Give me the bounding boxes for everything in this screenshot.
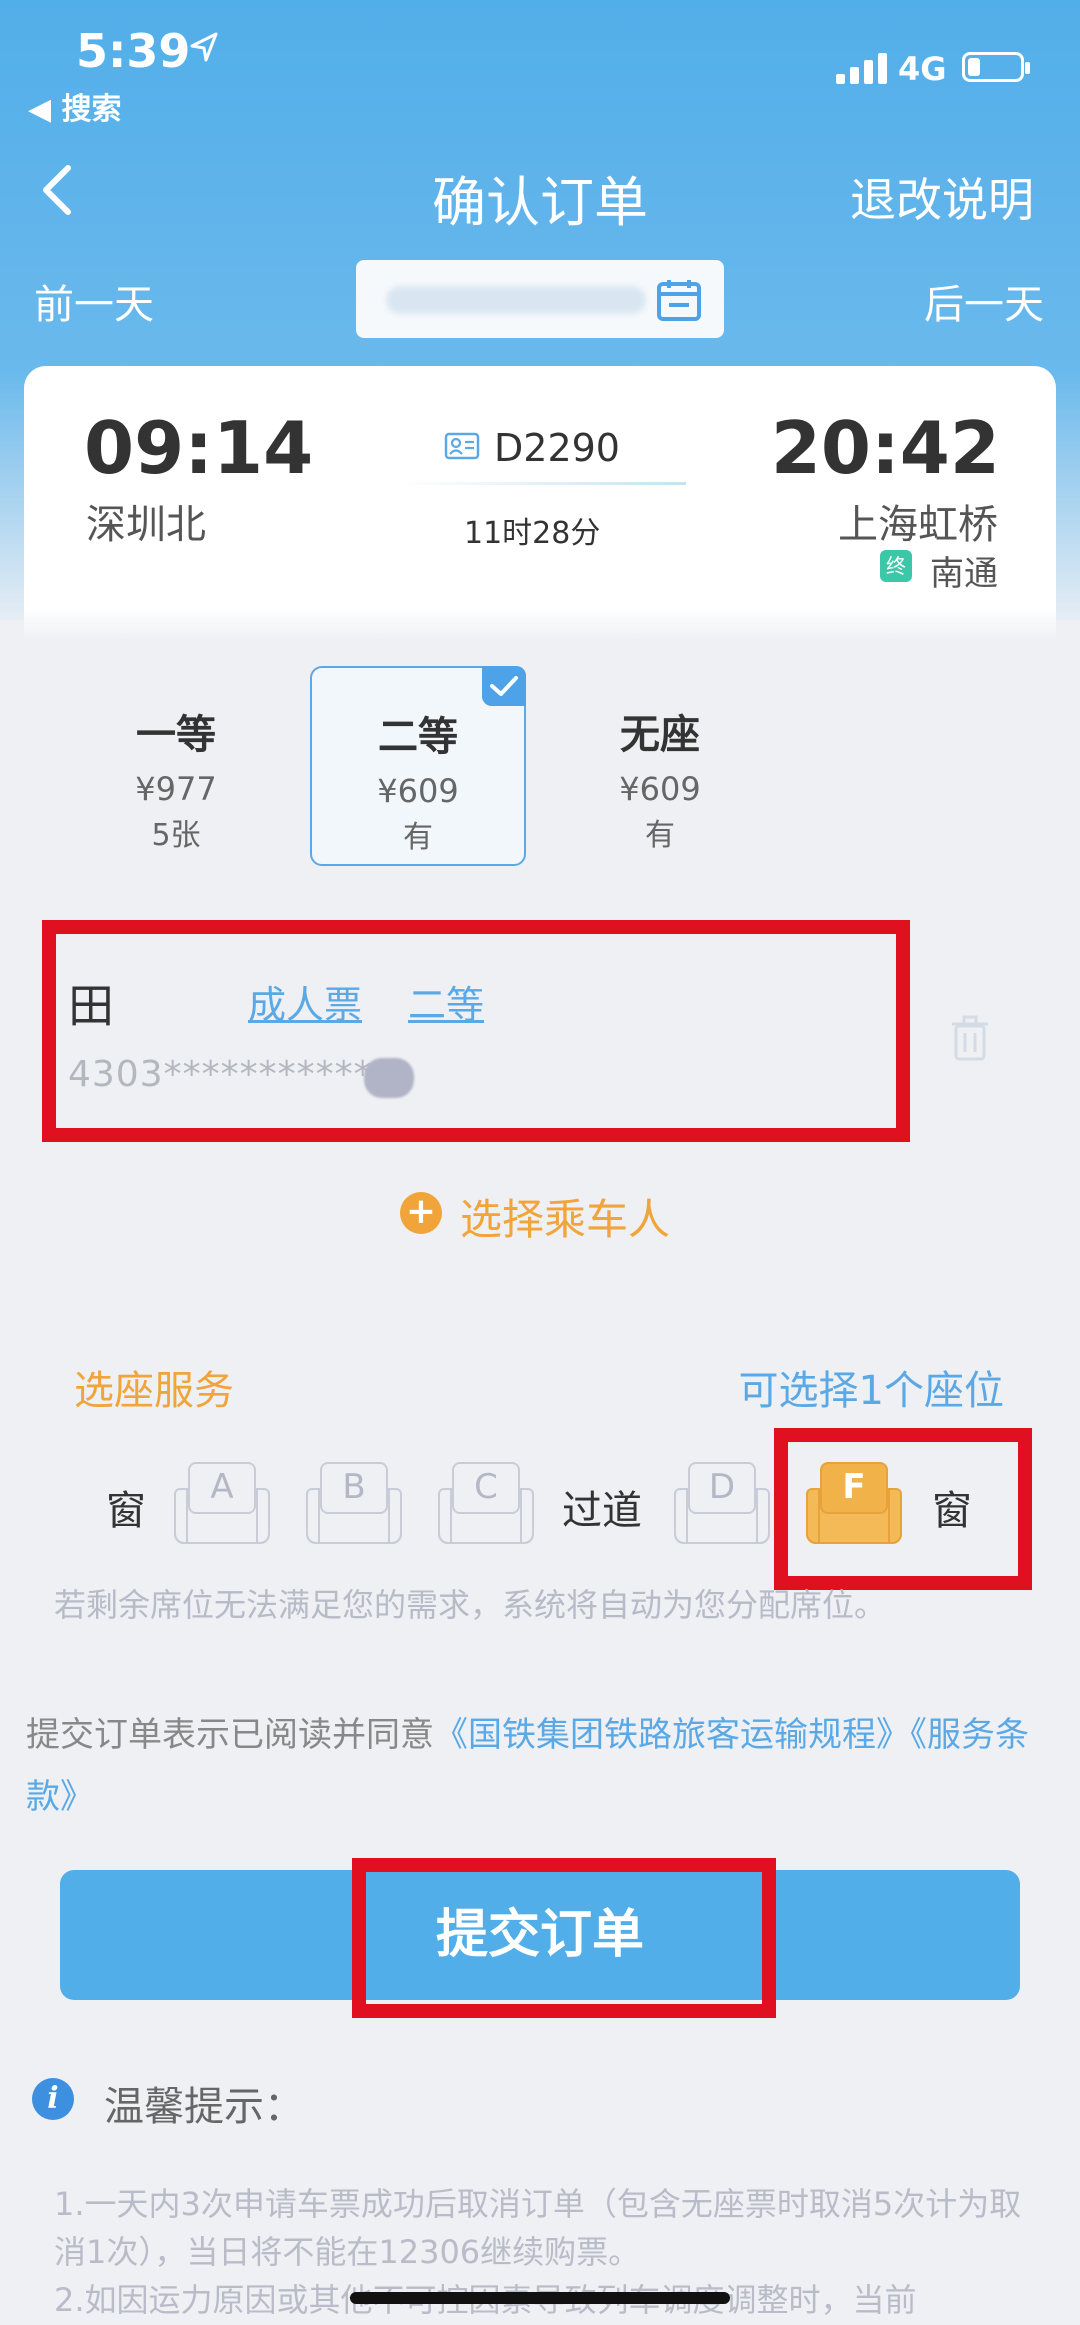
seat-class-second[interactable]: 二等 ¥609 有 [310, 666, 526, 866]
calendar-icon [657, 280, 701, 321]
seat-class-name: 二等 [378, 714, 458, 760]
select-passenger-button[interactable]: 选择乘车人 [460, 1186, 670, 1247]
status-time: 5:39 [76, 24, 191, 78]
seat-service-title: 选座服务 [74, 1368, 234, 1414]
prev-day-button[interactable]: 前一天 [34, 272, 154, 330]
window-label-left: 窗 [106, 1488, 146, 1534]
seat-class-availability: 有 [403, 820, 433, 855]
signal-icon [836, 52, 888, 84]
seat-class-price: ¥977 [135, 770, 217, 808]
seat-service-hint: 可选择1个座位 [738, 1368, 1004, 1414]
network-type: 4G [898, 50, 947, 88]
home-indicator[interactable] [350, 2292, 730, 2304]
rules-link[interactable]: 《国铁集团铁路旅客运输规程》 [434, 1715, 910, 1755]
train-info-icon[interactable] [444, 432, 480, 460]
seat-class-availability: 5张 [151, 818, 201, 853]
next-day-button[interactable]: 后一天 [924, 272, 1044, 330]
date-selector[interactable] [356, 260, 724, 338]
aisle-label: 过道 [562, 1488, 642, 1534]
seat-highlight-box [774, 1428, 1032, 1590]
seat-letter: B [320, 1462, 388, 1514]
seat-class-name: 无座 [620, 712, 700, 758]
back-to-app[interactable]: ◀ 搜索 [28, 84, 122, 128]
seat-letter: A [188, 1462, 256, 1514]
seat-class-first[interactable]: 一等 ¥977 5张 [68, 666, 284, 866]
arrival-time: 20:42 [770, 406, 1000, 490]
seat-allocation-note: 若剩余席位无法满足您的需求，系统将自动为您分配席位。 [54, 1586, 887, 1624]
tips-line: 1.一天内3次申请车票成功后取消订单（包含无座票时取消5次计为取消1次），当日将… [54, 2185, 1022, 2271]
seat-class-availability: 有 [645, 818, 675, 853]
train-number[interactable]: D2290 [494, 426, 620, 470]
seat-a[interactable]: A [174, 1462, 270, 1544]
agreement-prefix: 提交订单表示已阅读并同意 [26, 1715, 434, 1755]
departure-time: 09:14 [84, 406, 314, 490]
arrival-station: 上海虹桥 [838, 502, 998, 548]
departure-station: 深圳北 [86, 502, 206, 548]
seat-class-price: ¥609 [377, 772, 459, 810]
refund-policy-link[interactable]: 退改说明 [850, 164, 1034, 230]
seat-b[interactable]: B [306, 1462, 402, 1544]
agreement-text: 提交订单表示已阅读并同意《国铁集团铁路旅客运输规程》《服务条款》 [26, 1704, 1056, 1828]
seat-class-name: 一等 [136, 712, 216, 758]
seat-class-standing[interactable]: 无座 ¥609 有 [552, 666, 768, 866]
seat-d[interactable]: D [674, 1462, 770, 1544]
selected-check-icon [482, 666, 526, 706]
trash-icon[interactable] [950, 1014, 990, 1062]
seat-c[interactable]: C [438, 1462, 534, 1544]
date-redacted [386, 286, 646, 314]
route-line [396, 482, 686, 485]
seat-class-price: ¥609 [619, 770, 701, 808]
location-arrow-icon [190, 32, 218, 62]
travel-duration: 11时28分 [464, 516, 601, 551]
terminal-badge: 终 [880, 550, 912, 582]
seat-letter: D [688, 1462, 756, 1514]
battery-icon [962, 52, 1030, 82]
tips-title: 温馨提示： [104, 2084, 304, 2130]
seat-letter: C [452, 1462, 520, 1514]
terminal-station: 南通 [930, 554, 998, 594]
add-circle-icon[interactable]: + [400, 1192, 442, 1234]
submit-order-button[interactable]: 提交订单 [60, 1870, 1020, 2000]
train-info-card: 09:14 深圳北 D2290 11时28分 20:42 上海虹桥 终 南通 [24, 366, 1056, 640]
info-icon: i [32, 2078, 74, 2120]
passenger-highlight-box [42, 920, 910, 1142]
